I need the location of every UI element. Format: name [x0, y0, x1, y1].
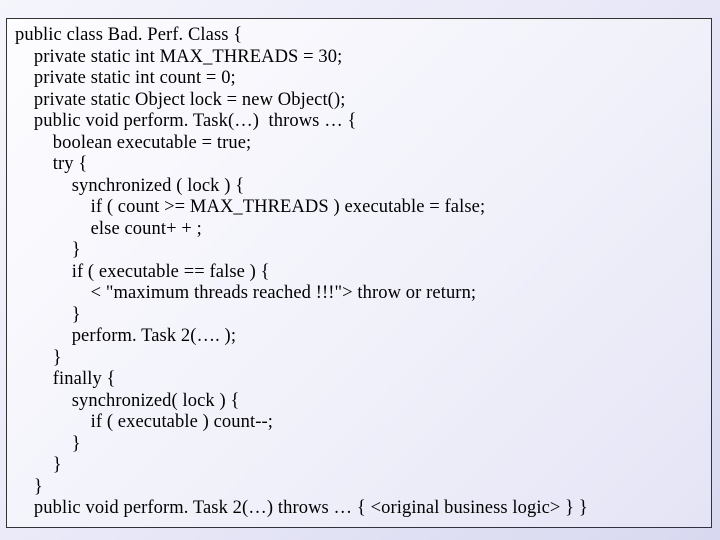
code-block: public class Bad. Perf. Class { private … [15, 25, 703, 520]
code-container: public class Bad. Perf. Class { private … [6, 18, 712, 528]
